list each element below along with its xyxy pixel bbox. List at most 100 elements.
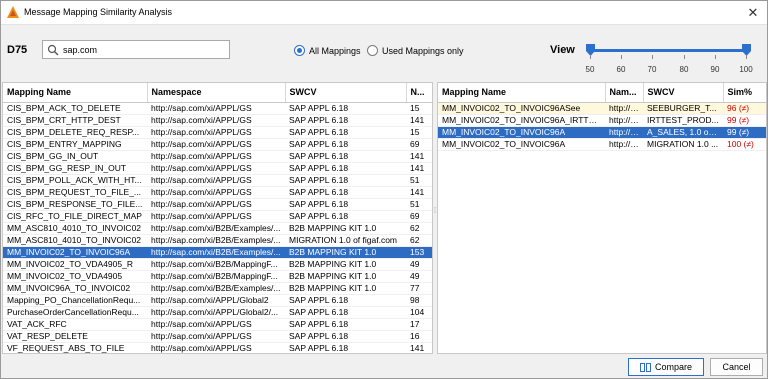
system-label: D75 <box>7 44 28 56</box>
table-row[interactable]: MM_INVOIC02_TO_INVOIC96A http://sap.com/x… <box>3 246 432 259</box>
table-row[interactable]: CIS_RFC_TO_FILE_DIRECT_MAP http://sap.com… <box>3 210 432 223</box>
table-cell: SAP APPL 6.18 <box>285 126 406 139</box>
table-row[interactable]: CIS_BPM_POLL_ACK_WITH_HT... http://sap.co… <box>3 174 432 187</box>
table-row[interactable]: CIS_BPM_CRT_HTTP_DEST http://sap.com/xi/A… <box>3 114 432 127</box>
column-header-swcv[interactable]: SWCV <box>643 83 724 103</box>
table-cell: http://sap.com/xi/APPL/GS <box>147 114 285 127</box>
table-cell: http://sap.com/xi/APPL/GS <box>147 198 285 211</box>
column-header-mapping-name[interactable]: Mapping Name <box>438 83 606 103</box>
table-cell: 141 <box>406 150 432 163</box>
table-row[interactable]: VF_REQUEST_ABS_TO_FILE http://sap.com/xi/… <box>3 342 432 353</box>
table-cell: SAP APPL 6.18 <box>285 174 406 187</box>
column-header-namespace[interactable]: Namespace <box>147 83 286 103</box>
table-row[interactable]: MM_INVOIC02_TO_INVOIC96A http://fi... A_SA… <box>438 126 766 139</box>
mappings-table-pane[interactable]: Mapping Name Namespace SWCV N... CIS_BPM… <box>2 82 433 354</box>
table-cell: MM_ASC810_4010_TO_INVOIC02 <box>3 222 147 235</box>
table-cell: http://sap.com/xi/APPL/GS <box>147 210 285 223</box>
similar-mappings-table: Mapping Name Nam... SWCV Sim% MM_INVOIC0… <box>438 83 766 151</box>
table-row[interactable]: CIS_BPM_DELETE_REQ_RESP... http://sap.com… <box>3 126 432 139</box>
table-row[interactable]: CIS_BPM_RESPONSE_TO_FILE... http://sap.co… <box>3 198 432 211</box>
table-row[interactable]: PurchaseOrderCancellationRequ... http://s… <box>3 306 432 319</box>
table-cell: 17 <box>406 318 432 331</box>
table-cell: SAP APPL 6.18 <box>285 210 406 223</box>
table-row[interactable]: MM_INVOIC02_TO_INVOIC96ASee http://fi... S… <box>438 102 766 115</box>
cancel-button[interactable]: Cancel <box>710 358 763 376</box>
table-cell: http://sap.com/xi/APPL/Global2 <box>147 294 285 307</box>
close-button[interactable]: ✕ <box>743 3 763 22</box>
table-row[interactable]: Mapping_PO_ChancellationRequ... http://sa… <box>3 294 432 307</box>
table-cell: http://fi... <box>605 114 643 127</box>
table-cell: SAP APPL 6.18 <box>285 198 406 211</box>
table-cell: 51 <box>406 174 432 187</box>
table-row[interactable]: MM_INVOIC96A_TO_INVOIC02 http://sap.com/x… <box>3 282 432 295</box>
table-cell: MM_INVOIC02_TO_INVOIC96A <box>438 138 605 151</box>
table-cell: CIS_BPM_ACK_TO_DELETE <box>3 102 147 115</box>
table-cell: http://sap.com/xi/B2B/Examples/... <box>147 222 285 235</box>
table-cell: CIS_BPM_RESPONSE_TO_FILE... <box>3 198 147 211</box>
table-cell: http://sap.com/xi/APPL/GS <box>147 162 285 175</box>
table-cell: B2B MAPPING KIT 1.0 <box>285 246 406 259</box>
column-header-mapping-name[interactable]: Mapping Name <box>3 83 148 103</box>
table-cell: 99 (≠) <box>723 126 766 139</box>
table-cell: 141 <box>406 186 432 199</box>
table-cell: 104 <box>406 306 432 319</box>
table-cell: 99 (≠) <box>723 114 766 127</box>
table-row[interactable]: CIS_BPM_ACK_TO_DELETE http://sap.com/xi/A… <box>3 102 432 115</box>
similar-mappings-pane[interactable]: Mapping Name Nam... SWCV Sim% MM_INVOIC0… <box>437 82 767 354</box>
table-cell: http://sap.com/xi/APPL/GS <box>147 174 285 187</box>
table-cell: 16 <box>406 330 432 343</box>
table-cell: CIS_RFC_TO_FILE_DIRECT_MAP <box>3 210 147 223</box>
table-cell: PurchaseOrderCancellationRequ... <box>3 306 147 319</box>
table-cell: http://fi... <box>605 126 643 139</box>
table-cell: Mapping_PO_ChancellationRequ... <box>3 294 147 307</box>
table-row[interactable]: VAT_RESP_DELETE http://sap.com/xi/APPL/GS… <box>3 330 432 343</box>
compare-button[interactable]: Compare <box>628 358 704 376</box>
slider-tick <box>652 55 653 59</box>
table-cell: 69 <box>406 138 432 151</box>
table-cell: B2B MAPPING KIT 1.0 <box>285 282 406 295</box>
table-cell: CIS_BPM_POLL_ACK_WITH_HT... <box>3 174 147 187</box>
column-header-namespace[interactable]: Nam... <box>605 83 644 103</box>
table-cell: CIS_BPM_DELETE_REQ_RESP... <box>3 126 147 139</box>
view-slider-track[interactable] <box>590 49 746 52</box>
table-cell: 96 (≠) <box>723 102 766 115</box>
table-row[interactable]: CIS_BPM_ENTRY_MAPPING http://sap.com/xi/A… <box>3 138 432 151</box>
table-cell: 62 <box>406 234 432 247</box>
radio-all-mappings[interactable]: All Mappings <box>294 45 361 56</box>
table-cell: MIGRATION 1.0 of figaf.com <box>285 234 406 247</box>
table-row[interactable]: CIS_BPM_GG_RESP_IN_OUT http://sap.com/xi/… <box>3 162 432 175</box>
table-cell: http://sap.com/xi/APPL/GS <box>147 330 285 343</box>
table-row[interactable]: MM_ASC810_4010_TO_INVOIC02 http://sap.com… <box>3 222 432 235</box>
table-cell: http://sap.com/xi/APPL/GS <box>147 150 285 163</box>
table-row[interactable]: MM_INVOIC02_TO_VDA4905_R http://sap.com/x… <box>3 258 432 271</box>
table-cell: http://sap.com/xi/APPL/GS <box>147 186 285 199</box>
table-cell: 15 <box>406 102 432 115</box>
table-row[interactable]: VAT_ACK_RFC http://sap.com/xi/APPL/GS SAP … <box>3 318 432 331</box>
table-row[interactable]: CIS_BPM_REQUEST_TO_FILE_... http://sap.co… <box>3 186 432 199</box>
table-row[interactable]: MM_INVOIC02_TO_INVOIC96A http://fi... MIGR… <box>438 138 766 151</box>
view-label: View <box>550 44 575 56</box>
radio-used-mappings[interactable]: Used Mappings only <box>367 45 464 56</box>
column-header-count[interactable]: N... <box>406 83 432 103</box>
table-cell: http://sap.com/xi/APPL/Global2/... <box>147 306 285 319</box>
slider-tick <box>590 55 591 59</box>
table-row[interactable]: MM_ASC810_4010_TO_INVOIC02 http://sap.com… <box>3 234 432 247</box>
table-row[interactable]: MM_INVOIC02_TO_INVOIC96A_IRTTEST http://f… <box>438 114 766 127</box>
table-cell: SAP APPL 6.18 <box>285 342 406 353</box>
table-cell: SAP APPL 6.18 <box>285 318 406 331</box>
close-icon: ✕ <box>747 5 759 20</box>
table-row[interactable]: CIS_BPM_GG_IN_OUT http://sap.com/xi/APPL/… <box>3 150 432 163</box>
search-input[interactable]: sap.com <box>42 40 230 59</box>
table-cell: CIS_BPM_GG_RESP_IN_OUT <box>3 162 147 175</box>
table-cell: http://sap.com/xi/B2B/Examples/... <box>147 234 285 247</box>
table-cell: http://fi... <box>605 138 643 151</box>
table-cell: http://sap.com/xi/APPL/GS <box>147 342 285 353</box>
column-header-similarity[interactable]: Sim% <box>723 83 766 103</box>
slider-tick <box>684 55 685 59</box>
table-cell: 49 <box>406 258 432 271</box>
table-row[interactable]: MM_INVOIC02_TO_VDA4905 http://sap.com/xi/… <box>3 270 432 283</box>
table-cell: SAP APPL 6.18 <box>285 138 406 151</box>
column-header-swcv[interactable]: SWCV <box>285 83 407 103</box>
table-header-row: Mapping Name Namespace SWCV N... <box>3 83 432 103</box>
table-cell: 69 <box>406 210 432 223</box>
